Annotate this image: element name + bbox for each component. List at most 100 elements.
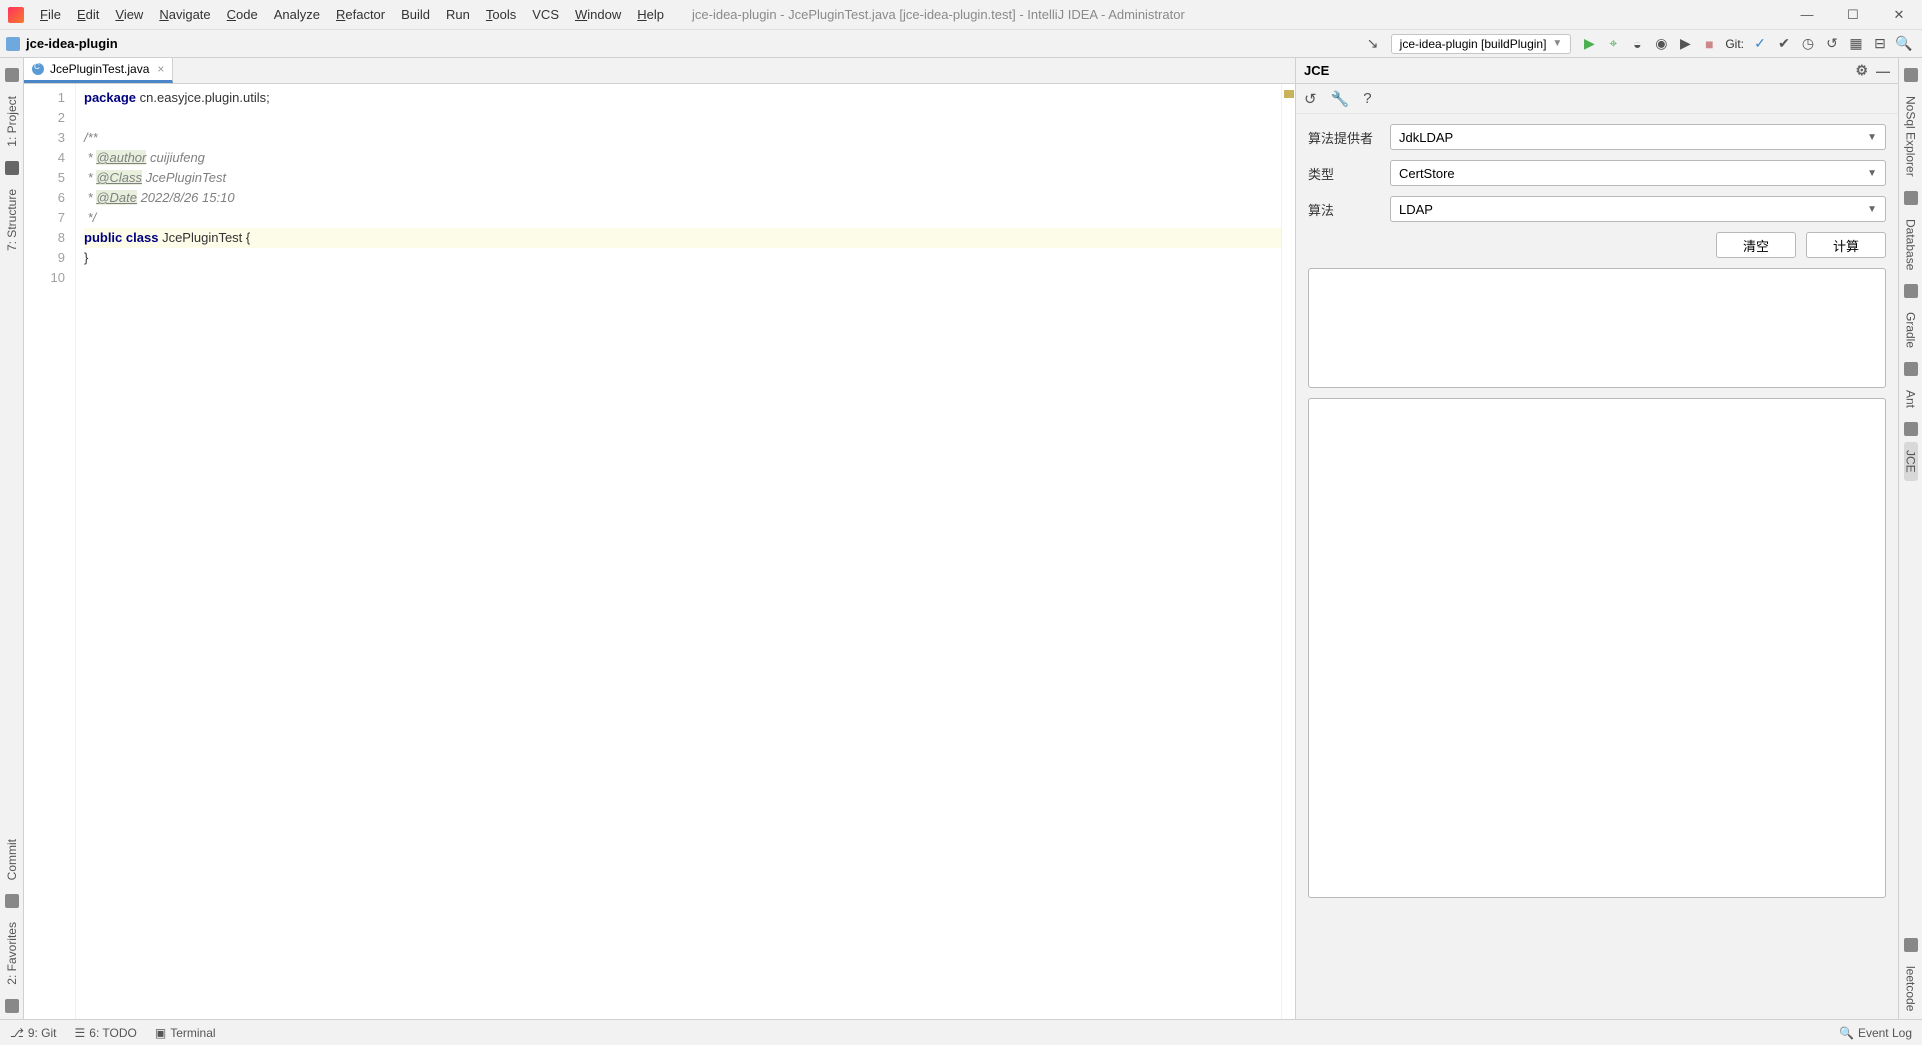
menu-refactor[interactable]: Refactor: [328, 7, 393, 22]
chevron-down-icon: ▼: [1552, 38, 1562, 49]
jce-panel-header: JCE ⚙ —: [1296, 58, 1898, 84]
stop-button[interactable]: ■: [1697, 32, 1721, 56]
database-icon: [1904, 191, 1918, 205]
undo-icon[interactable]: ↺: [1304, 90, 1317, 108]
code-line: [84, 268, 1281, 288]
editor-region: JcePluginTest.java × 1 2 3 4 5 6 7 8 9 1…: [24, 58, 1295, 1019]
jce-panel: JCE ⚙ — ↺ 🔧 ? 算法提供者 JdkLDAP▼ 类型 CertStor…: [1295, 58, 1898, 1019]
app-icon: [8, 7, 24, 23]
menu-code[interactable]: Code: [219, 7, 266, 22]
select-provider[interactable]: JdkLDAP▼: [1390, 124, 1886, 150]
run-config-label: jce-idea-plugin [buildPlugin]: [1400, 37, 1547, 51]
code-editor[interactable]: 1 2 3 4 5 6 7 8 9 10 package cn.easyjce.…: [24, 84, 1295, 1019]
clear-button[interactable]: 清空: [1716, 232, 1796, 258]
select-type[interactable]: CertStore▼: [1390, 160, 1886, 186]
select-algo[interactable]: LDAP▼: [1390, 196, 1886, 222]
git-update-icon[interactable]: ✓: [1748, 32, 1772, 56]
code-line: public class JcePluginTest {: [84, 228, 1281, 248]
main-area: 1: Project 7: Structure Commit 2: Favori…: [0, 58, 1922, 1019]
minimize-button[interactable]: —: [1784, 0, 1830, 30]
tool-ant[interactable]: Ant: [1904, 382, 1918, 416]
gradle-icon: [1904, 284, 1918, 298]
build-hammer-icon[interactable]: ↘: [1361, 32, 1385, 56]
wrench-icon[interactable]: 🔧: [1331, 90, 1350, 108]
tab-jceplugintest[interactable]: JcePluginTest.java ×: [24, 58, 173, 83]
tool-eventlog[interactable]: 🔍 Event Log: [1839, 1026, 1912, 1040]
tool-leetcode[interactable]: leetcode: [1904, 958, 1918, 1019]
profiler-button[interactable]: ◉: [1649, 32, 1673, 56]
nosql-icon: [1904, 68, 1918, 82]
menu-view[interactable]: View: [107, 7, 151, 22]
label-type: 类型: [1308, 164, 1380, 183]
right-tool-strip: NoSql Explorer Database Gradle Ant JCE l…: [1898, 58, 1922, 1019]
bottom-tool-strip: ⎇ 9: Git ☰ 6: TODO ▣ Terminal 🔍 Event Lo…: [0, 1019, 1922, 1045]
tab-label: JcePluginTest.java: [50, 62, 149, 76]
chevron-down-icon: ▼: [1867, 168, 1877, 179]
git-rollback-icon[interactable]: ↺: [1820, 32, 1844, 56]
code-line: * @Date 2022/8/26 15:10: [84, 188, 1281, 208]
code-line: * @author cuijiufeng: [84, 148, 1281, 168]
run-config-selector[interactable]: jce-idea-plugin [buildPlugin] ▼: [1391, 34, 1572, 54]
run-button[interactable]: ▶: [1577, 32, 1601, 56]
attach-button[interactable]: ▶: [1673, 32, 1697, 56]
leetcode-icon: [1904, 938, 1918, 952]
menu-help[interactable]: Help: [629, 7, 672, 22]
navigation-toolbar: jce-idea-plugin ↘ jce-idea-plugin [build…: [0, 30, 1922, 58]
ant-icon: [1904, 362, 1918, 376]
close-button[interactable]: ✕: [1876, 0, 1922, 30]
project-structure-icon[interactable]: ▦: [1844, 32, 1868, 56]
tool-nosql[interactable]: NoSql Explorer: [1904, 88, 1918, 185]
breadcrumb-project[interactable]: jce-idea-plugin: [26, 36, 118, 51]
warning-marker[interactable]: [1284, 90, 1294, 98]
error-stripe[interactable]: [1281, 84, 1295, 1019]
label-provider: 算法提供者: [1308, 128, 1380, 147]
java-class-icon: [32, 63, 44, 75]
tool-structure[interactable]: 7: Structure: [5, 181, 19, 259]
code-line: * @Class JcePluginTest: [84, 168, 1281, 188]
menu-build[interactable]: Build: [393, 7, 438, 22]
tool-jce[interactable]: JCE: [1904, 442, 1918, 481]
favorites-icon: [5, 999, 19, 1013]
help-icon[interactable]: ?: [1363, 90, 1371, 107]
row-provider: 算法提供者 JdkLDAP▼: [1308, 124, 1886, 150]
row-algo: 算法 LDAP▼: [1308, 196, 1886, 222]
menu-file[interactable]: FFileile: [32, 7, 69, 22]
code-line: /**: [84, 128, 1281, 148]
compute-button[interactable]: 计算: [1806, 232, 1886, 258]
jce-panel-body: 算法提供者 JdkLDAP▼ 类型 CertStore▼ 算法 LDAP▼ 清空…: [1296, 114, 1898, 908]
chevron-down-icon: ▼: [1867, 204, 1877, 215]
output-box[interactable]: [1308, 398, 1886, 898]
menu-analyze[interactable]: Analyze: [266, 7, 328, 22]
tool-favorites[interactable]: 2: Favorites: [5, 914, 19, 993]
tool-terminal[interactable]: ▣ Terminal: [155, 1026, 216, 1040]
tool-database[interactable]: Database: [1904, 211, 1918, 278]
git-commit-icon[interactable]: ✔: [1772, 32, 1796, 56]
search-everywhere-icon[interactable]: 🔍: [1892, 32, 1916, 56]
menu-tools[interactable]: Tools: [478, 7, 524, 22]
menu-vcs[interactable]: VCS: [524, 7, 567, 22]
chevron-down-icon: ▼: [1867, 132, 1877, 143]
tool-todo[interactable]: ☰ 6: TODO: [75, 1026, 137, 1040]
menu-bar: FFileile Edit View Navigate Code Analyze…: [32, 7, 672, 22]
settings-icon[interactable]: ⊟: [1868, 32, 1892, 56]
tool-project[interactable]: 1: Project: [5, 88, 19, 155]
menu-run[interactable]: Run: [438, 7, 478, 22]
tool-git[interactable]: ⎇ 9: Git: [10, 1026, 57, 1040]
input-box[interactable]: [1308, 268, 1886, 388]
gear-icon[interactable]: ⚙: [1855, 62, 1868, 79]
menu-edit[interactable]: Edit: [69, 7, 107, 22]
coverage-button[interactable]: ◒: [1625, 32, 1649, 56]
debug-button[interactable]: ⌖: [1601, 32, 1625, 56]
tool-commit[interactable]: Commit: [5, 831, 19, 888]
row-type: 类型 CertStore▼: [1308, 160, 1886, 186]
menu-navigate[interactable]: Navigate: [151, 7, 218, 22]
tool-gradle[interactable]: Gradle: [1904, 304, 1918, 356]
tab-close-icon[interactable]: ×: [157, 62, 164, 76]
maximize-button[interactable]: ☐: [1830, 0, 1876, 30]
code-lines[interactable]: package cn.easyjce.plugin.utils; /** * @…: [76, 84, 1281, 1019]
title-bar: FFileile Edit View Navigate Code Analyze…: [0, 0, 1922, 30]
git-history-icon[interactable]: ◷: [1796, 32, 1820, 56]
menu-window[interactable]: Window: [567, 7, 629, 22]
left-tool-strip: 1: Project 7: Structure Commit 2: Favori…: [0, 58, 24, 1019]
minimize-panel-icon[interactable]: —: [1876, 63, 1890, 79]
